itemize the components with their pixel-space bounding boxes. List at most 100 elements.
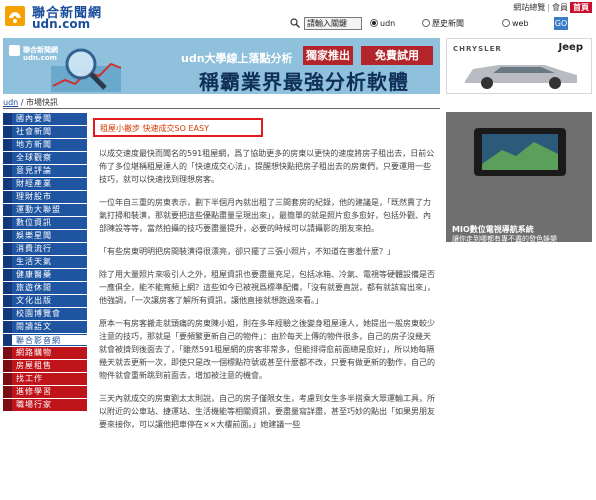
breadcrumb-divider [3, 108, 440, 109]
sidebar-item[interactable]: 旅遊休閒 [3, 282, 87, 295]
sidebar-item-label: 社會新聞 [12, 126, 87, 138]
keyword-input[interactable]: 請輸入關鍵 [304, 17, 362, 30]
sidebar-item-label: 意見評論 [12, 165, 87, 177]
breadcrumb-current[interactable]: 市場快訊 [26, 98, 58, 107]
sidebar-item-marker [3, 204, 12, 216]
article-paragraph: 原本一有房客搬走就頭痛的房東陳小姐，則在多年經驗之後變身租屋達人，她提出一般房東… [99, 319, 435, 380]
search-icon [290, 18, 300, 28]
sidebar-item-label: 閱讀語文 [12, 321, 87, 333]
sidebar-item-label: 數位資訊 [12, 217, 87, 229]
sidebar-item-marker [3, 334, 12, 346]
site-map-link[interactable]: 網站總覽 [513, 3, 545, 12]
gps-ad[interactable]: MIO數位電視導航系統 讓你走到哪都有專不盡的發色娛樂 [446, 112, 592, 242]
car-ad[interactable]: CHRYSLER Jeep [446, 38, 592, 94]
sidebar-item[interactable]: 聯合影音網 [3, 334, 87, 347]
article: 租屋小撇步 快速成交SO EASY 以成交速度最快而聞名的591租屋網，爲了協助… [93, 113, 440, 500]
sidebar-item-label: 理財股市 [12, 191, 87, 203]
search-option-label: 歷史新聞 [432, 19, 464, 28]
search-option-label: udn [380, 19, 396, 28]
udn-logo-icon [5, 6, 25, 26]
link-separator: | [547, 3, 550, 12]
member-link[interactable]: 會員 [552, 3, 568, 12]
sidebar-item-label: 健康醫藥 [12, 269, 87, 281]
sidebar-item-marker [3, 269, 12, 281]
radio-web[interactable] [502, 19, 510, 27]
sidebar-item[interactable]: 房屋租售 [3, 360, 87, 373]
gps-device-icon [474, 128, 566, 176]
sidebar-item[interactable]: 地方新聞 [3, 139, 87, 152]
sidebar-item[interactable]: 網路購物 [3, 347, 87, 360]
home-button[interactable]: 首頁 [570, 2, 592, 13]
sidebar-item-marker [3, 178, 12, 190]
sidebar-item-marker [3, 282, 12, 294]
top-links: 網站總覽 | 會員 首頁 [513, 2, 592, 14]
sidebar-item-label: 娛樂星聞 [12, 230, 87, 242]
banner-headline: 稱霸業界最強分析軟體 [199, 70, 409, 94]
sidebar-item-marker [3, 230, 12, 242]
sidebar-item-marker [3, 256, 12, 268]
sidebar-item-label: 房屋租售 [12, 360, 87, 372]
site-header: 聯合新聞網 udn.com 網站總覽 | 會員 首頁 請輸入關鍵 udn 歷史新聞 w… [0, 0, 596, 34]
sidebar-item-marker [3, 399, 12, 411]
sidebar-item[interactable]: 進修學習 [3, 386, 87, 399]
sidebar-item-marker [3, 347, 12, 359]
sidebar-item[interactable]: 社會新聞 [3, 126, 87, 139]
sidebar-item-label: 全球觀察 [12, 152, 87, 164]
sidebar-item[interactable]: 娛樂星聞 [3, 230, 87, 243]
sidebar-item-marker [3, 191, 12, 203]
sidebar-item-label: 旅遊休閒 [12, 282, 87, 294]
magnifier-chart-icon [51, 48, 122, 92]
sidebar-item-label: 運動大聯盟 [12, 204, 87, 216]
search-go-button[interactable]: GO [554, 17, 568, 30]
car-icon [465, 65, 577, 89]
search-bar: 請輸入關鍵 udn 歷史新聞 web GO [262, 17, 592, 31]
article-title-box: 租屋小撇步 快速成交SO EASY [93, 118, 263, 137]
sidebar-item-marker [3, 113, 12, 125]
sidebar-item-label: 文化出版 [12, 295, 87, 307]
sidebar-item-marker [3, 373, 12, 385]
sidebar-item[interactable]: 健康醫藥 [3, 269, 87, 282]
sidebar-item[interactable]: 意見評論 [3, 165, 87, 178]
article-body: 以成交速度最快而聞名的591租屋網，爲了協助更多的房東以更快的速度將房子租出去，… [99, 147, 435, 441]
sidebar-item[interactable]: 校園博覽會 [3, 308, 87, 321]
sidebar-item-marker [3, 217, 12, 229]
sidebar-item[interactable]: 職場行家 [3, 399, 87, 412]
radio-udn[interactable] [370, 19, 378, 27]
article-paragraph: 一位年自三重的房東表示，劃下半個月內就出租了三間套房的紀錄，他的建議是，「既然賣… [99, 198, 431, 233]
sidebar-item-label: 職場行家 [12, 399, 87, 411]
article-paragraph: 以成交速度最快而聞名的591租屋網，爲了協助更多的房東以更快的速度將房子租出去，… [99, 149, 435, 184]
breadcrumb-home-link[interactable]: udn [3, 98, 18, 107]
sidebar-item-label: 財經產業 [12, 178, 87, 190]
sidebar-item-label: 進修學習 [12, 386, 87, 398]
sidebar-item[interactable]: 找工作 [3, 373, 87, 386]
search-option-web[interactable]: web [502, 18, 529, 29]
radio-history[interactable] [422, 19, 430, 27]
sidebar-item[interactable]: 消費流行 [3, 243, 87, 256]
sidebar-item[interactable]: 閱讀語文 [3, 321, 87, 334]
sidebar-item-label: 校園博覽會 [12, 308, 87, 320]
sidebar-item[interactable]: 財經產業 [3, 178, 87, 191]
sidebar-item[interactable]: 全球觀察 [3, 152, 87, 165]
banner-exclusive-badge: 獨家推出 [303, 46, 353, 65]
sidebar-item[interactable]: 運動大聯盟 [3, 204, 87, 217]
sidebar-item[interactable]: 數位資訊 [3, 217, 87, 230]
udn-logo[interactable]: 聯合新聞網 udn.com [4, 2, 122, 32]
sidebar-item-label: 網路購物 [12, 347, 87, 359]
sidebar-item[interactable]: 理財股市 [3, 191, 87, 204]
sidebar-item-marker [3, 152, 12, 164]
article-paragraph: 三天內就成交的房東劉太太則說，自己的房子僅限女生，考慮到女生多半搭乘大眾運輸工具… [99, 394, 435, 429]
sidebar-item-label: 消費流行 [12, 243, 87, 255]
sidebar-item[interactable]: 文化出版 [3, 295, 87, 308]
sidebar-item-marker [3, 360, 12, 372]
sidebar-item-label: 地方新聞 [12, 139, 87, 151]
sidebar-item[interactable]: 生活天氣 [3, 256, 87, 269]
banner-free-trial-badge: 免費試用 [361, 46, 433, 65]
banner-logo-icon [9, 45, 20, 56]
jeep-logo: Jeep [558, 42, 583, 53]
sidebar-item[interactable]: 國內要聞 [3, 113, 87, 126]
search-option-history[interactable]: 歷史新聞 [422, 18, 464, 29]
category-sidebar: 國內要聞 社會新聞 地方新聞 全球觀察 意見評論 財經產業 理財股市 運動大聯盟 數位資訊 娛樂星… [3, 113, 87, 412]
search-option-udn[interactable]: udn [370, 18, 395, 29]
article-title: 租屋小撇步 快速成交SO EASY [100, 124, 209, 133]
promo-banner[interactable]: 聯合新聞網 udn.com udn大學線上落點分析 獨家推出 免費試用 稱霸業界… [3, 38, 440, 94]
